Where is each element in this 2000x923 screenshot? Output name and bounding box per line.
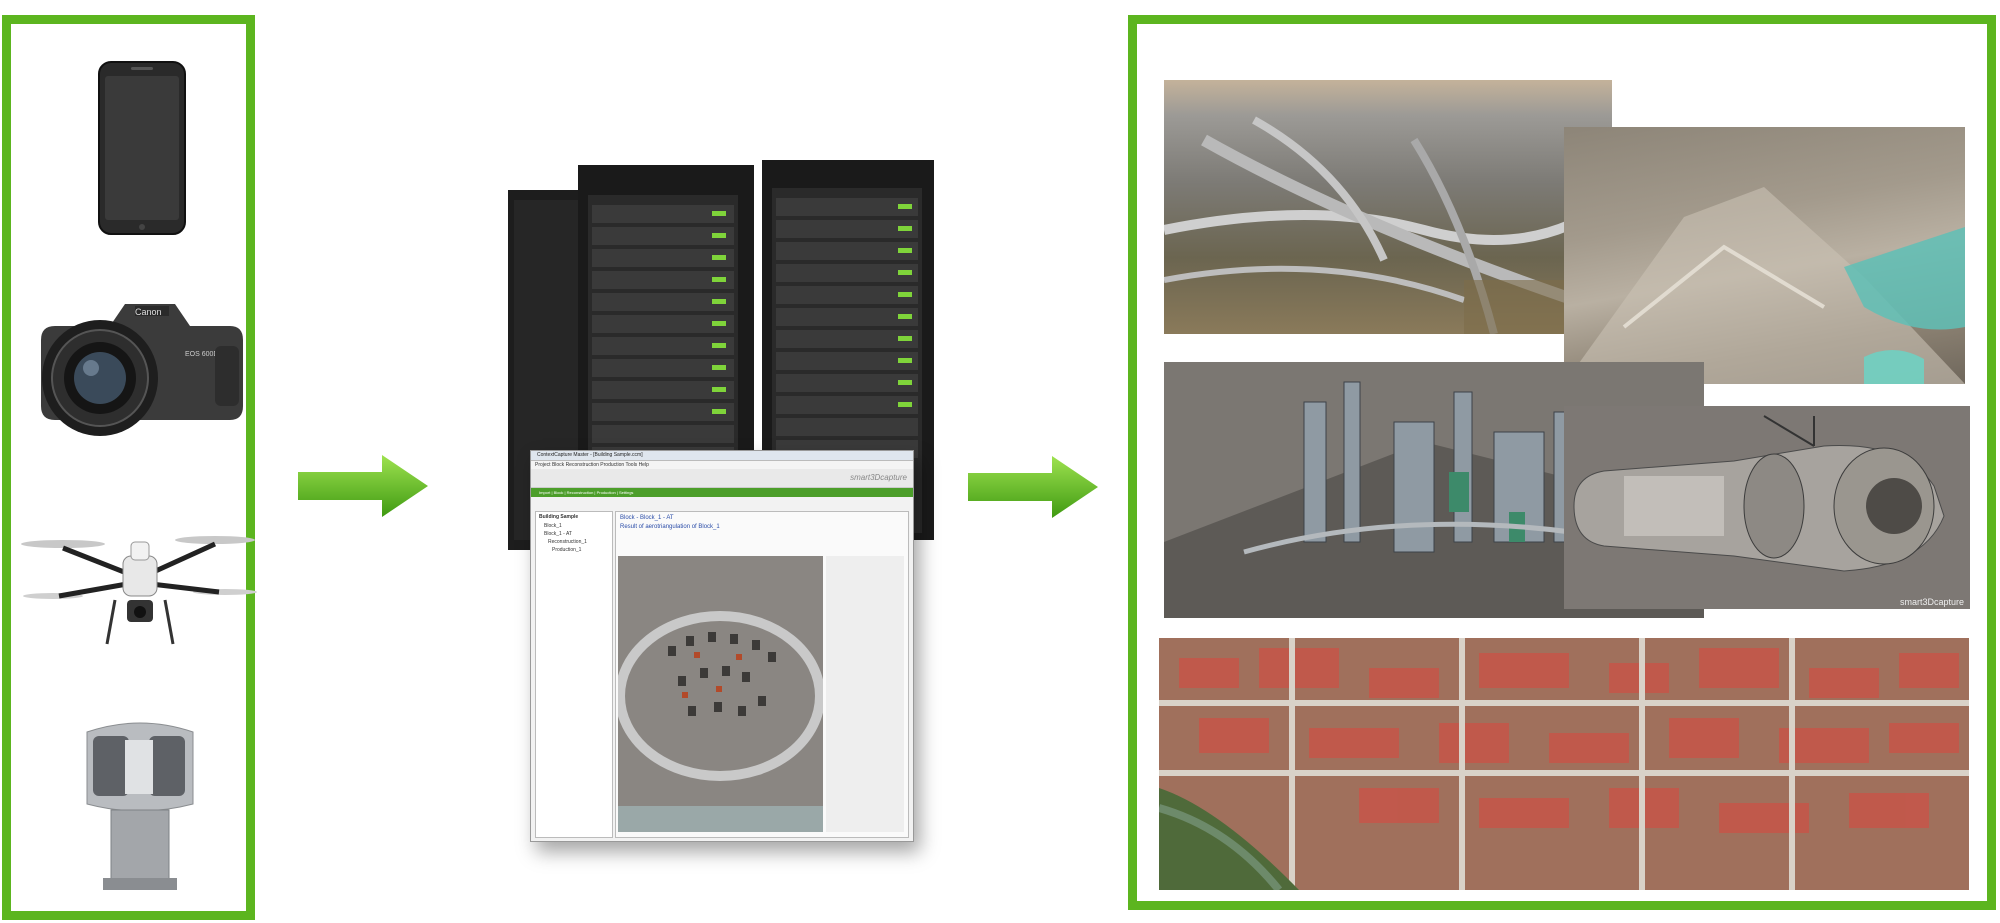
smartphone-icon <box>98 61 186 235</box>
engine-model-image: smart3Dcapture <box>1564 406 1970 609</box>
tree-item: Reconstruction_1 <box>548 539 587 545</box>
acquisition-devices-panel: Canon EOS 600D <box>2 15 257 920</box>
processing-cluster: ContextCapture Master - [Building Sample… <box>500 155 950 842</box>
city-icon <box>1159 638 1969 890</box>
drone-icon <box>21 536 257 645</box>
results-panel: smart3Dcapture <box>1128 15 1996 910</box>
block-subtitle: Result of aerotriangulation of Block_1 <box>620 524 720 530</box>
workflow-steps: Import | Block | Reconstruction | Produc… <box>531 488 913 497</box>
city-model-image <box>1159 638 1969 890</box>
3d-view <box>615 556 825 832</box>
properties-panel <box>826 556 904 832</box>
toolbar: smart3Dcapture <box>531 469 913 488</box>
block-heading: Block - Block_1 - AT <box>620 515 674 521</box>
software-screenshot: ContextCapture Master - [Building Sample… <box>530 450 914 842</box>
watermark-text: smart3Dcapture <box>1899 597 1964 607</box>
quarry-icon <box>1564 187 1965 384</box>
highway-icon <box>1164 116 1612 334</box>
tree-item: Block_1 - AT <box>544 531 572 537</box>
highway-model-image <box>1164 80 1612 334</box>
laser-scanner-icon <box>86 722 194 890</box>
brand-logo: smart3Dcapture <box>850 473 907 482</box>
project-tree: Building Sample Block_1 Block_1 - AT Rec… <box>535 511 613 838</box>
right-arrow-icon <box>968 456 1098 518</box>
window-title: ContextCapture Master - [Building Sample… <box>531 451 913 461</box>
quarry-model-image <box>1564 127 1965 384</box>
menu-bar: Project Block Reconstruction Production … <box>531 461 913 469</box>
point-cloud-icon <box>615 611 825 832</box>
right-arrow-icon <box>298 455 428 517</box>
engine-icon <box>1573 415 1945 572</box>
project-name: Building Sample <box>539 514 579 520</box>
dslr-camera-icon: Canon EOS 600D <box>41 304 243 436</box>
camera-brand-text: Canon <box>135 307 162 317</box>
camera-model-text: EOS 600D <box>185 351 218 358</box>
tree-item: Block_1 <box>544 523 562 529</box>
main-content: Block - Block_1 - AT Result of aerotrian… <box>615 511 909 838</box>
tree-item: Production_1 <box>552 547 582 553</box>
